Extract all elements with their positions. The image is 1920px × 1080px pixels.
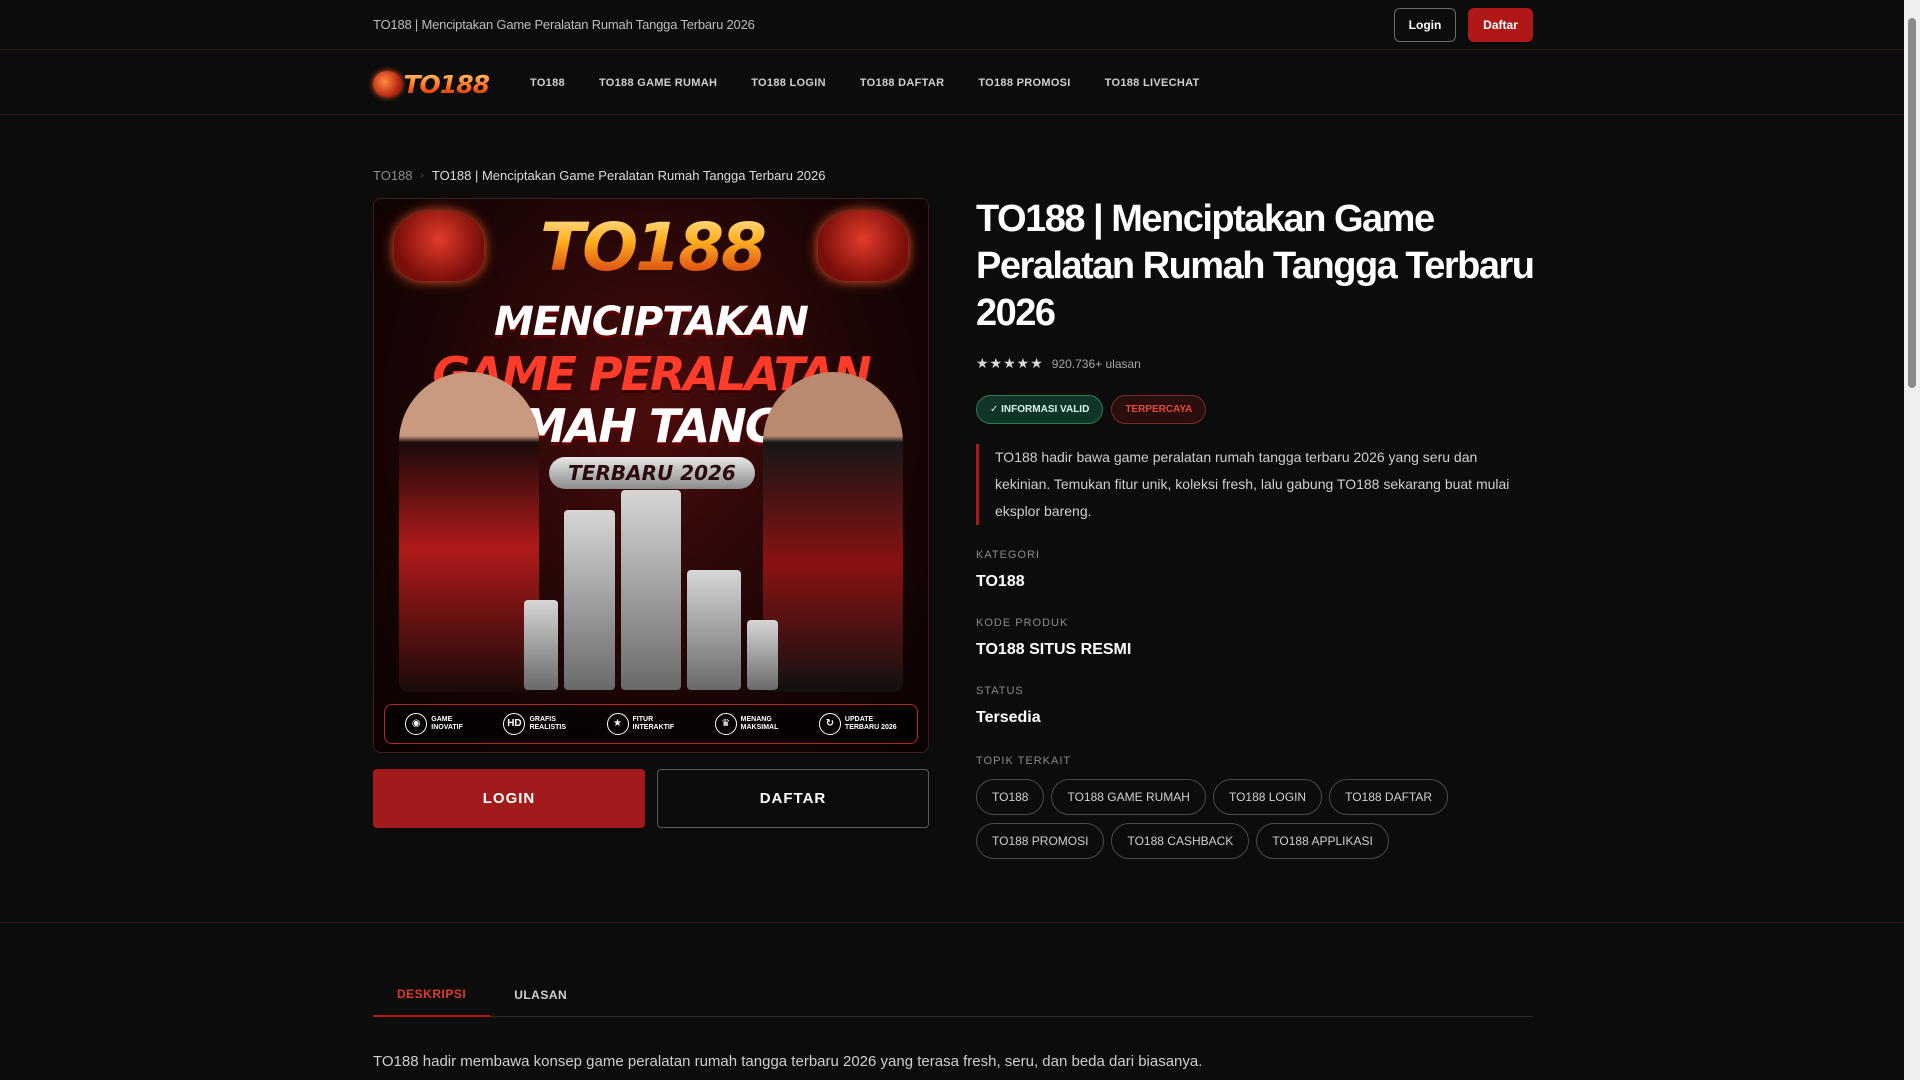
nav-menu: TO188 TO188 GAME RUMAH TO188 LOGIN TO188… <box>530 51 1200 115</box>
breadcrumb-separator-icon: › <box>420 170 424 181</box>
feature-item: ♛ MENANG MAKSIMAL <box>714 713 778 735</box>
meta-value: TO188 <box>976 573 1025 590</box>
dragon-left-icon <box>394 211 484 281</box>
appliance-cooker <box>747 620 778 690</box>
banner-model-right <box>763 372 903 692</box>
register-cta-button[interactable]: DAFTAR <box>657 769 929 828</box>
topic-tag[interactable]: TO188 PROMOSI <box>976 823 1105 859</box>
nav-item-promosi[interactable]: TO188 PROMOSI <box>978 77 1070 89</box>
register-button[interactable]: Daftar <box>1468 8 1533 42</box>
star-rating-icon: ★★★★★ <box>976 355 1044 371</box>
top-bar: TO188 | Menciptakan Game Peralatan Rumah… <box>0 0 1904 50</box>
logo-text: TO188 <box>403 69 490 99</box>
meta-value: Tersedia <box>976 709 1041 726</box>
main-nav: TO188 TO188 TO188 GAME RUMAH TO188 LOGIN… <box>0 51 1904 115</box>
nav-item-daftar[interactable]: TO188 DAFTAR <box>860 77 944 89</box>
breadcrumb: TO188 › TO188 | Menciptakan Game Peralat… <box>373 168 825 183</box>
meta-label: STATUS <box>976 685 1024 697</box>
valid-info-badge: ✓ INFORMASI VALID <box>976 395 1104 424</box>
description-body: TO188 hadir membawa konsep game peralata… <box>373 1053 1203 1070</box>
nav-item-to188[interactable]: TO188 <box>530 77 565 89</box>
rating-row: ★★★★★ 920.736+ ulasan <box>976 355 1536 372</box>
nav-item-livechat[interactable]: TO188 LIVECHAT <box>1105 77 1200 89</box>
content-tabs: DESKRIPSI ULASAN <box>373 973 1533 1017</box>
page-scrollbar[interactable] <box>1904 0 1920 1080</box>
trusted-badge: TERPERCAYA <box>1111 395 1207 424</box>
topic-tag[interactable]: TO188 <box>976 779 1045 815</box>
meta-status: STATUS Tersedia <box>976 685 1536 727</box>
feature-item: ↻ UPDATE TERBARU 2026 <box>818 713 897 735</box>
banner-appliances <box>524 480 778 690</box>
site-title: TO188 | Menciptakan Game Peralatan Rumah… <box>373 17 755 32</box>
tab-deskripsi[interactable]: DESKRIPSI <box>373 973 491 1017</box>
meta-kode-produk: KODE PRODUK TO188 SITUS RESMI <box>976 617 1536 659</box>
scrollbar-thumb[interactable] <box>1908 18 1916 388</box>
topic-tag[interactable]: TO188 DAFTAR <box>1329 779 1449 815</box>
dragon-right-icon <box>818 211 908 281</box>
meta-kategori: KATEGORI TO188 <box>976 549 1536 591</box>
site-logo[interactable]: TO188 <box>373 69 490 99</box>
banner-model-left <box>399 372 539 692</box>
banner-headline-1: MENCIPTAKAN <box>494 299 809 345</box>
related-topics: TO188 TO188 GAME RUMAH TO188 LOGIN TO188… <box>976 779 1536 859</box>
badges-row: ✓ INFORMASI VALID TERPERCAYA <box>976 395 1536 424</box>
feature-item: ◉ GAME INOVATIF <box>405 713 463 735</box>
appliance-fridge <box>564 510 616 690</box>
topic-tag[interactable]: TO188 APPLIKASI <box>1256 823 1389 859</box>
banner-feature-strip: ◉ GAME INOVATIF HD GRAFIS REALISTIS ★ FITU… <box>384 704 918 744</box>
meta-value: TO188 SITUS RESMI <box>976 641 1132 658</box>
appliance-fridge-double <box>621 490 681 690</box>
banner-logo: TO188 <box>524 209 780 286</box>
meta-label: KODE PRODUK <box>976 617 1069 629</box>
appliance-washer <box>686 570 742 690</box>
logo-emblem-icon <box>373 71 402 97</box>
nav-item-game-rumah[interactable]: TO188 GAME RUMAH <box>599 77 717 89</box>
breadcrumb-home[interactable]: TO188 <box>373 168 413 183</box>
login-cta-button[interactable]: LOGIN <box>373 769 645 828</box>
star-icon: ★ <box>606 713 629 735</box>
hd-icon: HD <box>503 713 526 735</box>
topic-tag[interactable]: TO188 LOGIN <box>1212 779 1323 815</box>
refresh-icon: ↻ <box>818 713 841 735</box>
product-info: TO188 | Menciptakan Game Peralatan Rumah… <box>976 196 1536 859</box>
appliance-blender <box>524 600 559 690</box>
related-topics-label: TOPIK TERKAIT <box>976 755 1072 767</box>
product-banner-image: TO188 MENCIPTAKAN GAME PERALATAN RUMAH T… <box>373 198 929 753</box>
feature-item: ★ FITUR INTERAKTIF <box>606 713 674 735</box>
review-count: 920.736+ ulasan <box>1051 356 1141 371</box>
tab-ulasan[interactable]: ULASAN <box>490 973 591 1017</box>
login-button[interactable]: Login <box>1394 8 1456 42</box>
section-divider <box>0 922 1904 923</box>
topic-tag[interactable]: TO188 GAME RUMAH <box>1051 779 1206 815</box>
product-summary: TO188 hadir bawa game peralatan rumah ta… <box>976 444 1536 525</box>
gamepad-icon: ◉ <box>405 713 428 735</box>
breadcrumb-current: TO188 | Menciptakan Game Peralatan Rumah… <box>431 168 826 183</box>
meta-label: KATEGORI <box>976 549 1041 561</box>
product-title: TO188 | Menciptakan Game Peralatan Rumah… <box>976 198 1535 334</box>
trophy-icon: ♛ <box>714 713 737 735</box>
topic-tag[interactable]: TO188 CASHBACK <box>1111 823 1250 859</box>
nav-item-login[interactable]: TO188 LOGIN <box>751 77 826 89</box>
feature-item: HD GRAFIS REALISTIS <box>503 713 566 735</box>
